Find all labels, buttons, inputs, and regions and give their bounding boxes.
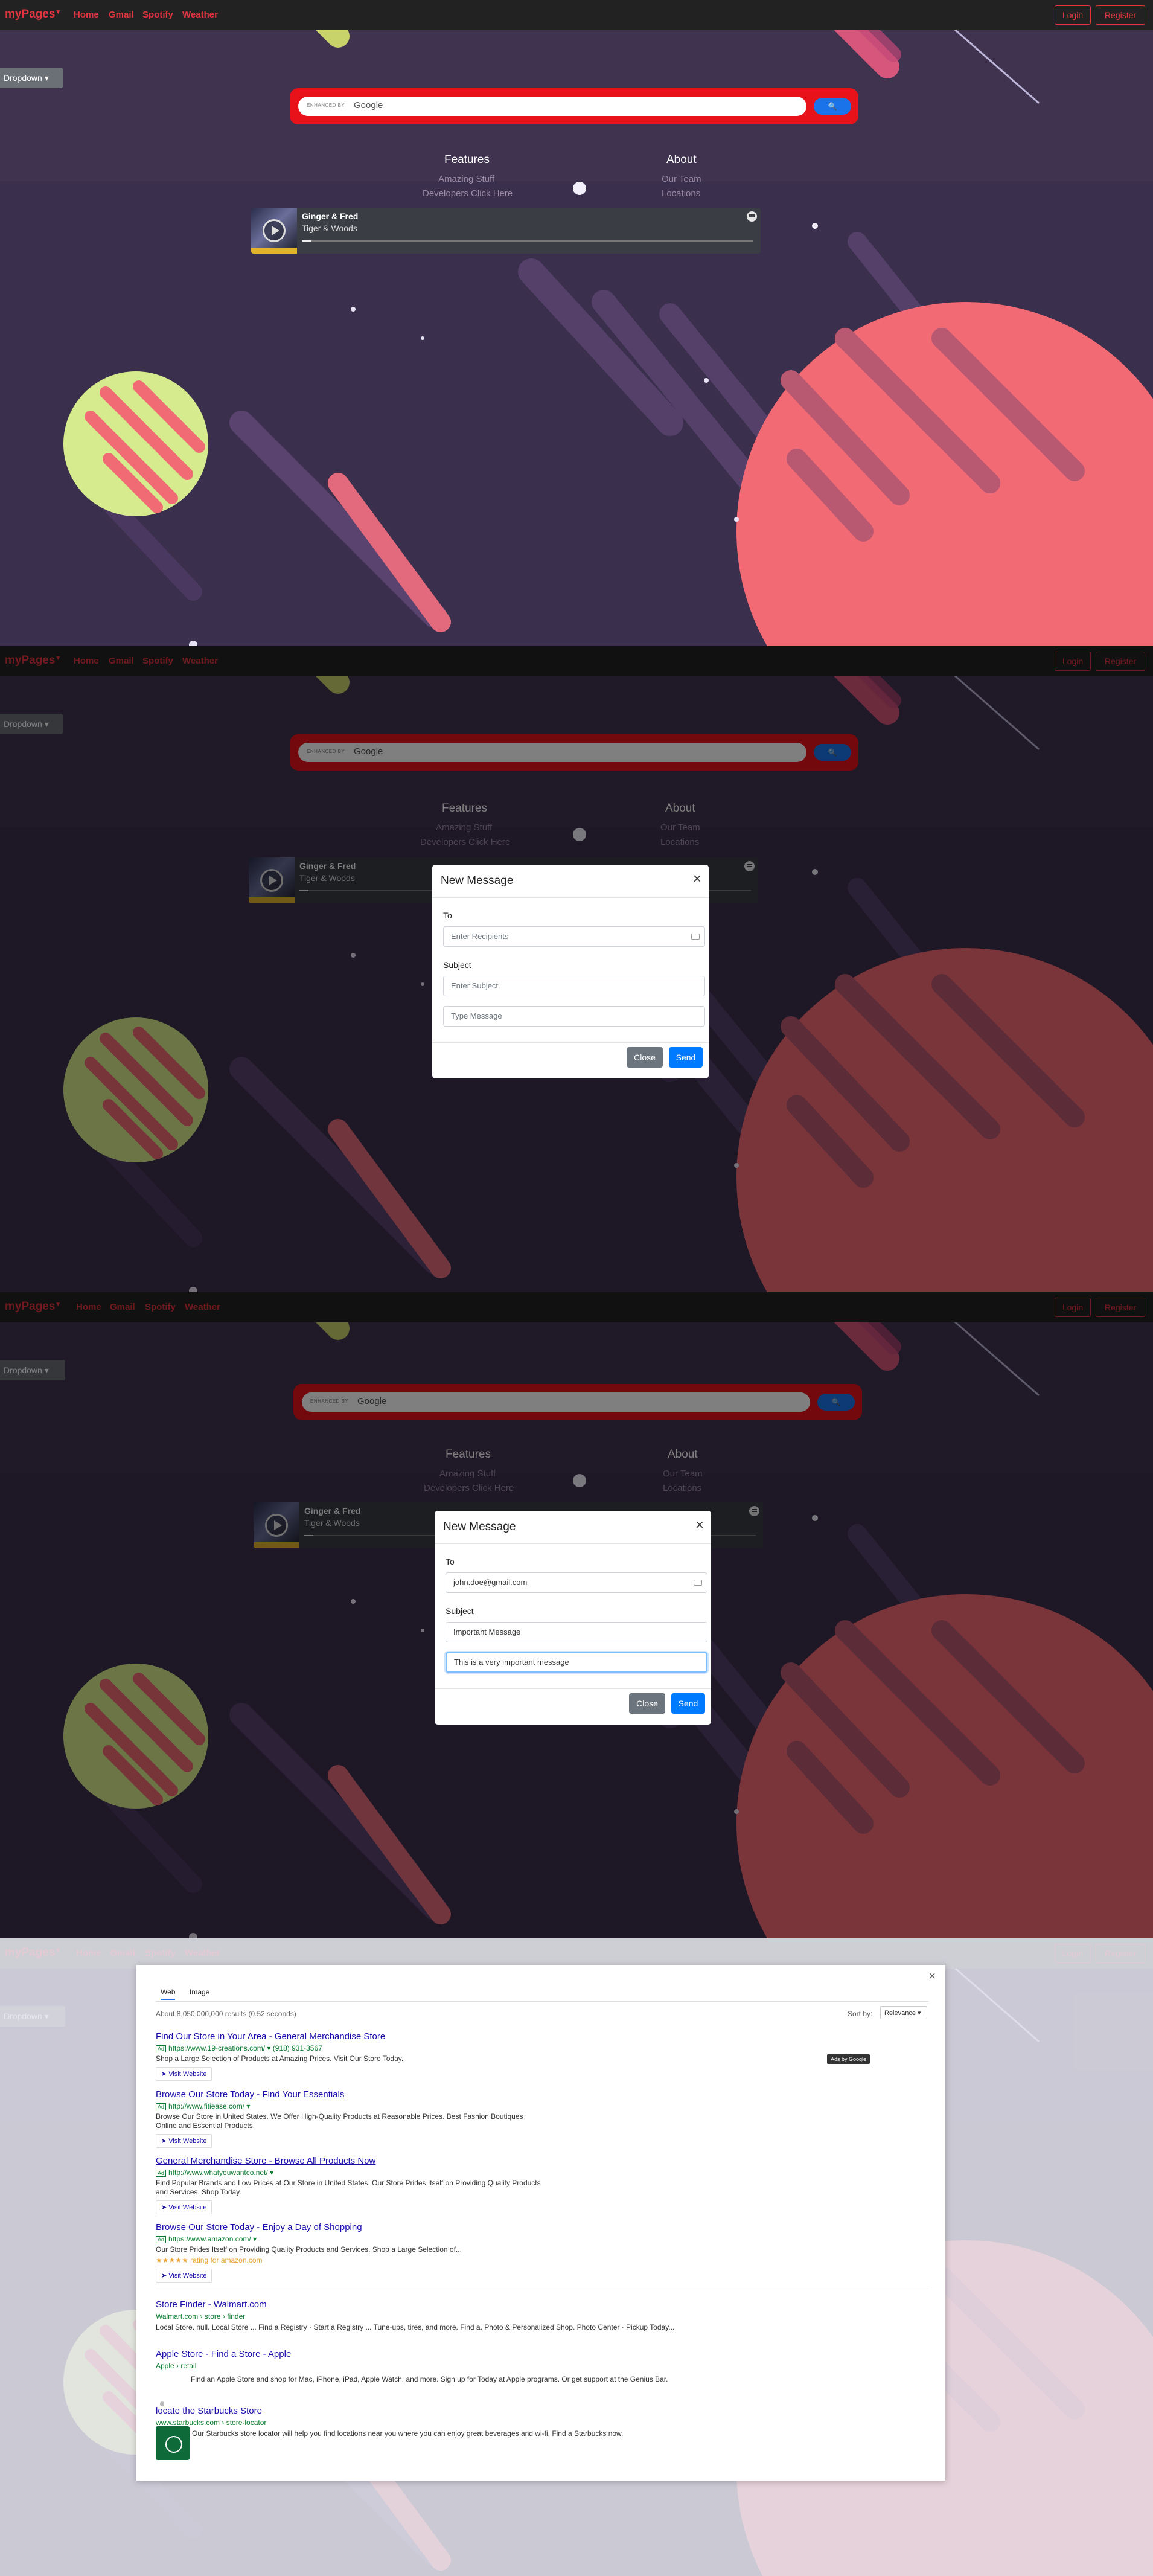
ad-result: General Merchandise Store - Browse All P…	[156, 2156, 542, 2214]
to-label: To	[446, 1557, 455, 1566]
ads-by-google-label: Ads by Google	[827, 2054, 870, 2064]
frame-new-message-empty: myPages▾ Home Gmail Spotify Weather Logi…	[0, 646, 1153, 1292]
result-count: About 8,050,000,000 results (0.52 second…	[156, 2010, 296, 2018]
about-link-locations[interactable]: Locations	[662, 188, 700, 199]
result-url: www.starbucks.com › store-locator	[156, 2418, 267, 2427]
ad-description: Our Store Prides Itself on Providing Qua…	[156, 2245, 462, 2254]
ad-result: Find Our Store in Your Area - General Me…	[156, 2031, 542, 2081]
search-bar: ENHANCED BY Google 🔍	[290, 88, 858, 124]
organic-result: locate the Starbucks Store www.starbucks…	[156, 2406, 699, 2438]
starbucks-logo-icon	[156, 2426, 190, 2460]
track-title: Ginger & Fred	[302, 211, 359, 221]
frame-new-message-filled: myPages▾ Home Gmail Spotify Weather Logi…	[0, 1292, 1153, 1938]
search-results-panel: × Web Image About 8,050,000,000 results …	[136, 1965, 945, 2481]
result-title[interactable]: Store Finder - Walmart.com	[156, 2299, 699, 2310]
features-link-developers[interactable]: Developers Click Here	[423, 188, 513, 199]
message-field[interactable]: This is a very important message	[446, 1652, 707, 1673]
contact-card-icon[interactable]	[691, 934, 700, 940]
result-description: Find an Apple Store and shop for Mac, iP…	[191, 2375, 668, 2383]
search-button[interactable]: 🔍	[814, 98, 851, 115]
ad-url: Ad http://www.whatyouwantco.net/ ▾	[156, 2168, 542, 2177]
new-message-modal: New Message × To Enter Recipients Subjec…	[432, 865, 709, 1078]
message-field[interactable]: Type Message	[443, 1006, 705, 1027]
close-icon[interactable]: ×	[695, 1517, 704, 1534]
play-icon[interactable]	[263, 219, 286, 242]
visit-website-button[interactable]: ➤ Visit Website	[156, 2134, 212, 2148]
nav-gmail[interactable]: Gmail	[109, 10, 134, 20]
send-button[interactable]: Send	[669, 1047, 703, 1068]
contact-card-icon[interactable]	[694, 1580, 702, 1586]
close-icon[interactable]: ×	[928, 1970, 936, 1984]
organic-result: Apple Store - Find a Store - Apple Apple…	[156, 2349, 699, 2383]
enhanced-by-label: ENHANCED BY	[307, 103, 345, 108]
nav-home[interactable]: Home	[74, 10, 99, 20]
ad-url: Ad https://www.amazon.com/ ▾	[156, 2235, 542, 2243]
to-field[interactable]: Enter Recipients	[443, 926, 705, 947]
spotify-icon[interactable]	[747, 211, 757, 222]
frame-home: myPages ▾ Home Gmail Spotify Weather Logi…	[0, 0, 1153, 646]
close-button[interactable]: Close	[629, 1693, 665, 1714]
navbar: myPages▾ Home Gmail Spotify Weather Logi…	[0, 0, 1153, 30]
ad-rating: ★★★★★ rating for amazon.com	[156, 2256, 263, 2264]
features-link-amazing[interactable]: Amazing Stuff	[438, 174, 494, 184]
album-cover	[251, 208, 297, 254]
nav-spotify[interactable]: Spotify	[142, 10, 173, 20]
modal-title: New Message	[441, 874, 514, 887]
search-icon: 🔍	[828, 102, 837, 111]
ad-url: Ad https://www.19-creations.com/ ▾ (918) …	[156, 2044, 542, 2052]
ad-description: Browse Our Store in United States. We Of…	[156, 2112, 523, 2130]
frame-search-results: myPages▾ Home Gmail Spotify Weather Logi…	[0, 1938, 1153, 2576]
ad-url: Ad http://www.fitiease.com/ ▾	[156, 2102, 542, 2110]
subject-label: Subject	[446, 1606, 474, 1616]
send-button[interactable]: Send	[671, 1693, 705, 1714]
about-link-team[interactable]: Our Team	[662, 174, 701, 184]
organic-result: Store Finder - Walmart.com Walmart.com ›…	[156, 2299, 699, 2331]
visit-website-button[interactable]: ➤ Visit Website	[156, 2067, 212, 2081]
ad-title[interactable]: General Merchandise Store - Browse All P…	[156, 2156, 542, 2166]
result-url: Apple › retail	[156, 2362, 197, 2370]
ad-result: Browse Our Store Today - Find Your Essen…	[156, 2089, 542, 2148]
result-title[interactable]: locate the Starbucks Store	[156, 2406, 699, 2416]
nav-weather[interactable]: Weather	[182, 10, 218, 20]
progress-bar[interactable]	[302, 240, 753, 242]
ad-description: Find Popular Brands and Low Prices at Ou…	[156, 2179, 541, 2196]
subject-field[interactable]: Important Message	[446, 1622, 707, 1642]
login-button[interactable]: Login	[1055, 5, 1091, 25]
search-input[interactable]: ENHANCED BY Google	[298, 97, 806, 116]
modal-title: New Message	[443, 1520, 516, 1533]
to-label: To	[443, 911, 452, 920]
ad-title[interactable]: Find Our Store in Your Area - General Me…	[156, 2031, 542, 2042]
ad-title[interactable]: Browse Our Store Today - Find Your Essen…	[156, 2089, 542, 2100]
ad-title[interactable]: Browse Our Store Today - Enjoy a Day of …	[156, 2222, 542, 2232]
ad-result: Browse Our Store Today - Enjoy a Day of …	[156, 2222, 542, 2283]
brand-logo[interactable]: myPages▾	[5, 8, 60, 21]
result-description: Local Store. null. Local Store ... Find …	[156, 2323, 675, 2331]
register-button[interactable]: Register	[1096, 5, 1145, 25]
sort-label: Sort by:	[848, 2010, 873, 2018]
tab-image[interactable]: Image	[190, 1988, 209, 1996]
close-button[interactable]: Close	[627, 1047, 663, 1068]
result-description: Our Starbucks store locator will help yo…	[192, 2429, 624, 2438]
features-title: Features	[444, 153, 490, 166]
ad-description: Shop a Large Selection of Products at Am…	[156, 2054, 404, 2063]
dropdown-button[interactable]: Dropdown ▾	[0, 68, 63, 88]
subject-label: Subject	[443, 960, 471, 970]
close-icon[interactable]: ×	[693, 871, 701, 888]
visit-website-button[interactable]: ➤ Visit Website	[156, 2200, 212, 2214]
spotify-player: Ginger & Fred Tiger & Woods	[251, 208, 761, 254]
about-title: About	[666, 153, 697, 166]
to-field[interactable]: john.doe@gmail.com	[446, 1572, 707, 1593]
tab-web[interactable]: Web	[161, 1988, 176, 2000]
result-title[interactable]: Apple Store - Find a Store - Apple	[156, 2349, 699, 2359]
sort-select[interactable]: Relevance ▾	[880, 2006, 927, 2019]
subject-field[interactable]: Enter Subject	[443, 976, 705, 996]
new-message-modal: New Message × To john.doe@gmail.com Subj…	[435, 1511, 711, 1725]
google-logo: Google	[354, 100, 383, 111]
result-url: Walmart.com › store › finder	[156, 2312, 246, 2321]
track-artist: Tiger & Woods	[302, 223, 357, 233]
visit-website-button[interactable]: ➤ Visit Website	[156, 2269, 212, 2283]
